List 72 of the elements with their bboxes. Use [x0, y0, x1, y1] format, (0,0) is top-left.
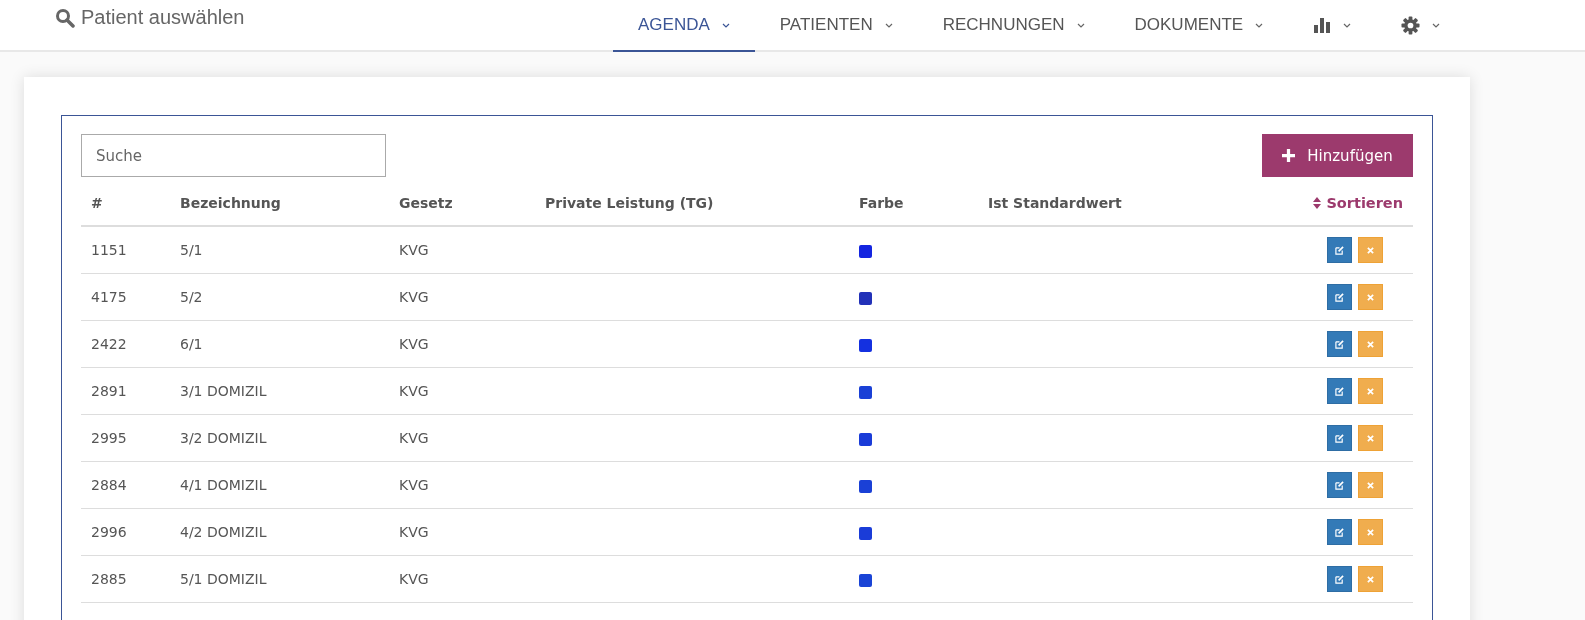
edit-icon [1335, 292, 1344, 302]
table-cell: 2996 [81, 508, 170, 556]
nav-tab[interactable]: RECHNUNGEN [917, 0, 1110, 50]
column-header: Gesetz [389, 181, 535, 226]
edit-button[interactable] [1327, 566, 1352, 592]
close-icon [1367, 340, 1374, 348]
plus-icon [1282, 149, 1296, 162]
table-cell: 5/1 DOMIZIL [170, 555, 389, 603]
column-header: # [81, 181, 170, 226]
close-icon [1367, 481, 1374, 489]
close-icon [1367, 293, 1374, 301]
nav-tab[interactable]: PATIENTEN [754, 0, 918, 50]
edit-icon [1335, 480, 1344, 490]
edit-icon [1335, 433, 1344, 443]
table-cell: 2995 [81, 414, 170, 462]
table-cell: KVG [389, 367, 535, 415]
edit-button[interactable] [1327, 472, 1352, 498]
table-cell: 4/1 DOMIZIL [170, 461, 389, 509]
table-cell: 6/1 [170, 320, 389, 368]
table-cell: KVG [389, 320, 535, 368]
edit-button[interactable] [1327, 331, 1352, 357]
table-cell: 4175 [81, 273, 170, 321]
add-button[interactable]: Hinzufügen [1262, 134, 1413, 177]
edit-button[interactable] [1327, 284, 1352, 310]
search-field[interactable]: Suche [81, 134, 386, 177]
patient-search-link[interactable]: Patient auswählen [81, 6, 245, 29]
edit-button[interactable] [1327, 378, 1352, 404]
caret-icon [1076, 22, 1085, 28]
table-cell: 5/1 [170, 226, 389, 274]
sort-link[interactable]: Sortieren [1313, 194, 1403, 211]
table-cell: 2884 [81, 461, 170, 509]
table-cell: KVG [389, 508, 535, 556]
table-cell: 2885 [81, 555, 170, 603]
table-cell: KVG [389, 273, 535, 321]
caret-icon [1432, 22, 1441, 28]
edit-icon [1335, 386, 1344, 396]
table-cell: 3/2 DOMIZIL [170, 414, 389, 462]
edit-icon [1335, 245, 1344, 255]
table-cell: 2422 [81, 320, 170, 368]
column-header: Farbe [849, 181, 978, 226]
table-cell: KVG [389, 461, 535, 509]
edit-icon [1335, 527, 1344, 537]
table-cell: 5/2 [170, 273, 389, 321]
close-icon [1367, 575, 1374, 583]
table-cell: KVG [389, 555, 535, 603]
table-cell: 3/1 DOMIZIL [170, 367, 389, 415]
nav-tab[interactable]: DOKUMENTE [1109, 0, 1289, 50]
table-cell: KVG [389, 226, 535, 274]
caret-icon [1255, 22, 1264, 28]
close-icon [1367, 387, 1374, 395]
column-header: Private Leistung (TG) [535, 181, 849, 226]
table-cell: 1151 [81, 226, 170, 274]
edit-icon [1335, 339, 1344, 349]
edit-icon [1335, 574, 1344, 584]
caret-icon [884, 22, 893, 28]
table-cell: KVG [389, 414, 535, 462]
caret-icon [721, 22, 730, 28]
edit-button[interactable] [1327, 237, 1352, 263]
bar-chart-icon [1313, 17, 1332, 33]
edit-button[interactable] [1327, 519, 1352, 545]
close-icon [1367, 246, 1374, 254]
edit-button[interactable] [1327, 425, 1352, 451]
close-icon [1367, 528, 1374, 536]
caret-icon [1343, 22, 1352, 28]
settings-icon [1401, 15, 1421, 35]
column-header: Ist Standardwert [978, 181, 1232, 226]
search-icon [55, 7, 75, 28]
table-cell: 2891 [81, 367, 170, 415]
sort-icon [1313, 196, 1322, 209]
close-icon [1367, 434, 1374, 442]
column-header: Bezeichnung [170, 181, 389, 226]
table-cell: 4/2 DOMIZIL [170, 508, 389, 556]
